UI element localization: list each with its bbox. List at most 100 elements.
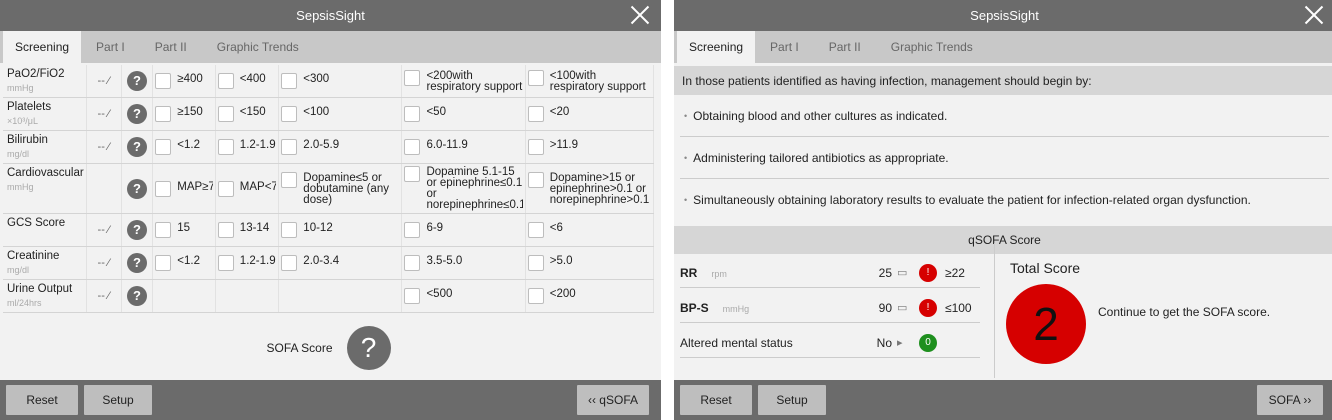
option-cell[interactable]: 2.0-3.4 [278, 246, 403, 280]
option-checkbox[interactable] [527, 171, 544, 188]
option-checkbox[interactable] [527, 139, 544, 155]
edit-value[interactable]: -- ⁄ [86, 130, 122, 164]
option-checkbox[interactable] [404, 166, 421, 182]
tab-part-ii[interactable]: Part II [140, 31, 202, 63]
help-icon[interactable]: ? [126, 220, 147, 240]
close-icon[interactable] [627, 2, 653, 28]
option-checkbox[interactable] [217, 180, 234, 197]
option-checkbox[interactable] [155, 73, 172, 89]
edit-value[interactable]: -- ⁄ [86, 65, 122, 98]
setup-button[interactable]: Setup [758, 385, 826, 415]
edit-value[interactable]: -- ⁄ [86, 279, 122, 313]
option-cell[interactable]: <300 [278, 65, 403, 98]
option-checkbox[interactable] [281, 255, 298, 271]
option-cell[interactable]: 10-12 [278, 213, 403, 247]
option-cell[interactable]: 2.0-5.9 [278, 130, 403, 164]
option-cell[interactable]: <6 [525, 213, 655, 247]
option-checkbox[interactable] [527, 288, 544, 304]
option-checkbox[interactable] [404, 222, 421, 238]
option-cell[interactable]: 13-14 [215, 213, 280, 247]
tab-part-ii[interactable]: Part II [814, 31, 876, 63]
help-icon[interactable]: ? [126, 286, 147, 306]
option-checkbox[interactable] [155, 139, 172, 155]
edit-value[interactable]: -- ⁄ [86, 97, 122, 131]
option-checkbox[interactable] [281, 139, 298, 155]
option-cell[interactable]: 1.2-1.9 [215, 246, 280, 280]
sofa-button[interactable]: SOFA ›› [1257, 385, 1323, 415]
option-checkbox[interactable] [404, 69, 421, 86]
option-checkbox[interactable] [217, 73, 234, 89]
sofa-score-value[interactable]: ? [346, 325, 391, 370]
option-cell[interactable]: 6-9 [401, 213, 526, 247]
option-cell[interactable]: <100 [278, 97, 403, 131]
help-icon[interactable]: ? [126, 104, 147, 124]
option-cell[interactable]: 15 [152, 213, 216, 247]
edit-value[interactable]: -- ⁄ [86, 213, 122, 247]
option-cell[interactable]: <200 [525, 279, 655, 313]
qsofa-button[interactable]: ‹‹ qSOFA [577, 385, 649, 415]
option-cell[interactable]: 1.2-1.9 [215, 130, 280, 164]
option-checkbox[interactable] [281, 106, 298, 122]
option-checkbox[interactable] [527, 222, 544, 238]
option-cell[interactable]: 6.0-11.9 [401, 130, 526, 164]
option-cell[interactable]: >5.0 [525, 246, 655, 280]
option-checkbox[interactable] [217, 222, 234, 238]
option-checkbox[interactable] [404, 255, 421, 271]
option-cell[interactable]: <400 [215, 65, 280, 98]
option-cell[interactable]: ≥400 [152, 65, 216, 98]
tab-part-i[interactable]: Part I [755, 31, 814, 63]
option-checkbox[interactable] [527, 255, 544, 271]
option-checkbox[interactable] [404, 106, 421, 122]
option-cell[interactable]: MAP<70 [215, 163, 280, 214]
option-checkbox[interactable] [155, 106, 172, 122]
tab-part-i[interactable]: Part I [81, 31, 140, 63]
option-cell[interactable]: <20 [525, 97, 655, 131]
option-cell[interactable]: Dopamine≤5 or dobutamine (any dose) [278, 163, 403, 214]
option-cell[interactable]: <200with respiratory support [401, 65, 526, 98]
tab-graphic-trends[interactable]: Graphic Trends [202, 31, 314, 63]
help-icon[interactable]: ? [126, 178, 147, 199]
option-cell[interactable]: <100with respiratory support [525, 65, 655, 98]
monitor-icon[interactable]: ▭ [897, 301, 911, 314]
edit-value[interactable]: -- ⁄ [86, 246, 122, 280]
option-checkbox[interactable] [404, 288, 421, 304]
tab-graphic-trends[interactable]: Graphic Trends [876, 31, 988, 63]
option-checkbox[interactable] [217, 106, 234, 122]
option-checkbox[interactable] [155, 222, 172, 238]
monitor-icon[interactable]: ▭ [897, 266, 911, 279]
option-checkbox[interactable] [527, 106, 544, 122]
option-checkbox[interactable] [281, 73, 298, 89]
option-cell[interactable]: <150 [215, 97, 280, 131]
reset-button[interactable]: Reset [6, 385, 78, 415]
edit-value[interactable] [86, 163, 122, 214]
play-arrow-icon[interactable]: ▸ [897, 336, 911, 349]
option-cell[interactable]: <500 [401, 279, 526, 313]
option-cell[interactable]: >11.9 [525, 130, 655, 164]
option-cell[interactable]: 3.5-5.0 [401, 246, 526, 280]
option-cell[interactable]: Dopamine>15 or epinephrine>0.1 or norepi… [525, 163, 655, 214]
option-checkbox[interactable] [281, 222, 298, 238]
option-cell[interactable]: Dopamine 5.1-15 or epinephrine≤0.1 or no… [401, 163, 526, 214]
qsofa-row-value[interactable]: No [840, 336, 892, 350]
close-icon[interactable] [1301, 2, 1327, 28]
help-icon[interactable]: ? [126, 253, 147, 273]
option-checkbox[interactable] [217, 139, 234, 155]
setup-button[interactable]: Setup [84, 385, 152, 415]
option-checkbox[interactable] [404, 139, 421, 155]
option-cell[interactable]: <50 [401, 97, 526, 131]
row-unit: mg/dl [7, 149, 30, 159]
option-checkbox[interactable] [281, 171, 298, 188]
option-checkbox[interactable] [527, 69, 544, 86]
option-cell[interactable]: <1.2 [152, 246, 216, 280]
option-checkbox[interactable] [155, 255, 172, 271]
tab-screening[interactable]: Screening [677, 31, 756, 63]
option-checkbox[interactable] [217, 255, 234, 271]
option-cell[interactable]: <1.2 [152, 130, 216, 164]
option-checkbox[interactable] [155, 180, 172, 197]
help-icon[interactable]: ? [126, 71, 147, 91]
option-cell[interactable]: ≥150 [152, 97, 216, 131]
tab-screening[interactable]: Screening [3, 31, 82, 63]
reset-button[interactable]: Reset [680, 385, 752, 415]
help-icon[interactable]: ? [126, 137, 147, 157]
option-cell[interactable]: MAP≥70 [152, 163, 216, 214]
